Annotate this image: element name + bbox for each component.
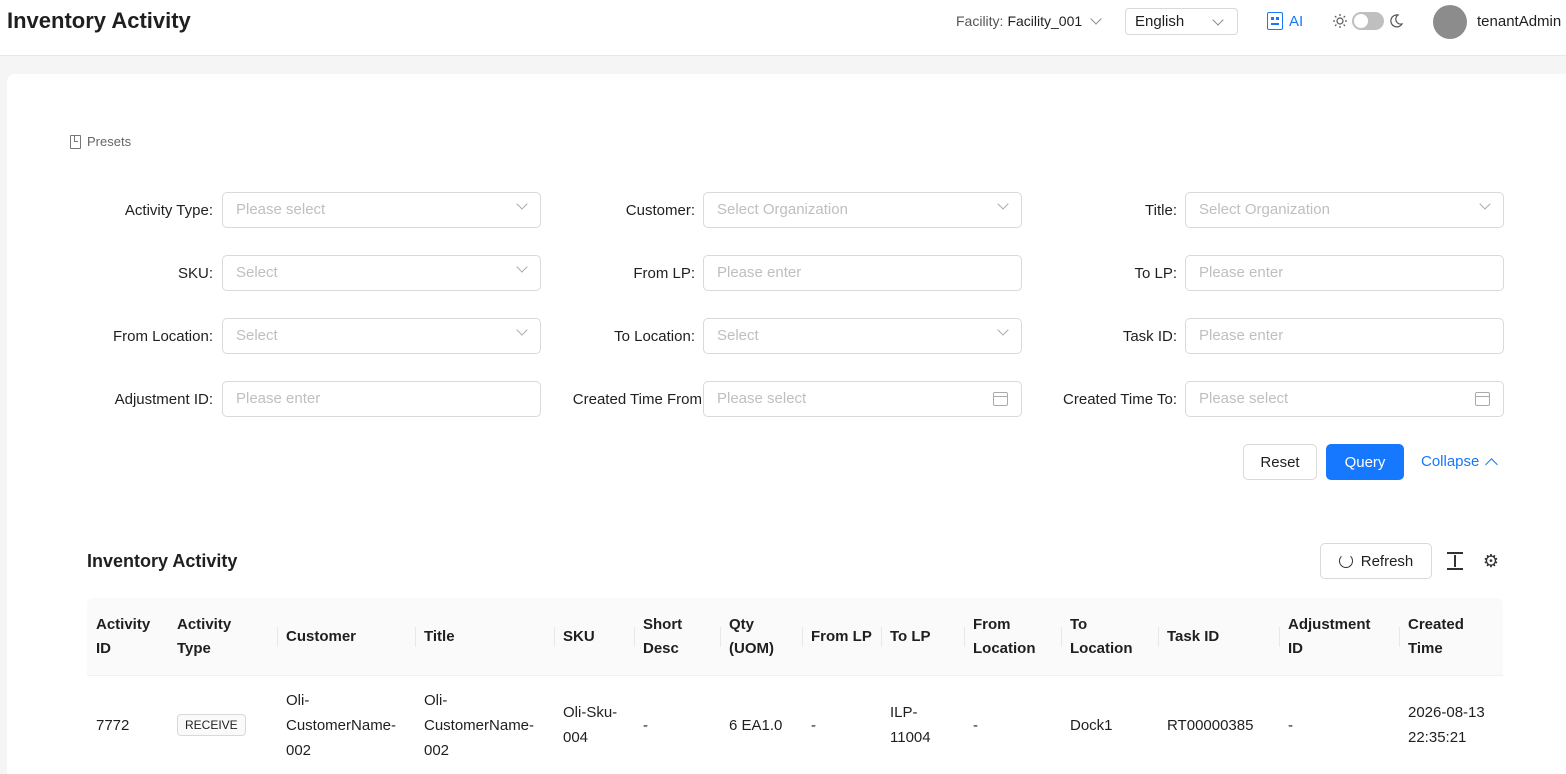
cell-title: Oli- CustomerName- 002: [424, 691, 535, 759]
cell-qty: 6 EA1.0: [729, 716, 783, 734]
column-header-title[interactable]: Title: [415, 598, 455, 676]
to-lp-input[interactable]: Please enter: [1185, 255, 1504, 291]
chevron-up-icon: [1485, 457, 1499, 471]
cell-created-time: 2026-08-13 22:35:21: [1408, 704, 1485, 746]
collapse-label: Collapse: [1421, 453, 1480, 470]
filter-label-task-id: Task ID:: [1122, 328, 1177, 345]
facility-selector[interactable]: Facility: Facility_001: [956, 13, 1102, 29]
table-title: Inventory Activity: [87, 551, 238, 571]
cell-sku: Oli-Sku- 004: [563, 704, 618, 746]
column-header-from-location[interactable]: From Location: [964, 598, 1036, 676]
to-location-select[interactable]: Select: [703, 318, 1022, 354]
filter-label-customer: Customer:: [625, 202, 695, 219]
filter-label-adjustment-id: Adjustment ID:: [114, 391, 213, 408]
query-button[interactable]: Query: [1326, 444, 1404, 480]
column-header-created-time[interactable]: Created Time: [1399, 598, 1464, 676]
from-lp-input[interactable]: Please enter: [703, 255, 1022, 291]
presets-label: Presets: [87, 134, 132, 149]
column-header-short-desc[interactable]: Short Desc: [634, 598, 682, 676]
created-to-picker[interactable]: Please select: [1185, 381, 1504, 417]
facility-value: Facility_001: [1007, 13, 1083, 29]
column-header-sku[interactable]: SKU: [554, 598, 595, 676]
created-from-picker[interactable]: Please select: [703, 381, 1022, 417]
username[interactable]: tenantAdmin: [1477, 13, 1561, 30]
chevron-down-icon: [1090, 13, 1102, 25]
column-header-to-location[interactable]: To Location: [1061, 598, 1133, 676]
chevron-down-icon: [1212, 13, 1224, 26]
cell-adjustment-id: -: [1288, 716, 1293, 734]
column-height-icon[interactable]: [1447, 552, 1463, 570]
filter-label-to-lp: To LP:: [1134, 265, 1177, 282]
column-header-from-lp[interactable]: From LP: [802, 598, 872, 676]
theme-toggle-group: [1332, 12, 1404, 30]
cell-short-desc: -: [643, 716, 648, 734]
chevron-down-icon: [516, 261, 528, 273]
language-value: English: [1135, 13, 1185, 30]
column-header-customer[interactable]: Customer: [277, 598, 356, 676]
column-header-adjustment-id[interactable]: Adjustment ID: [1279, 598, 1371, 676]
presets-button[interactable]: Presets: [70, 134, 131, 149]
facility-label: Facility:: [956, 13, 1004, 29]
theme-toggle[interactable]: [1352, 12, 1384, 30]
cell-activity-id: 7772: [96, 716, 130, 734]
language-select[interactable]: English: [1125, 8, 1238, 35]
title-select[interactable]: Select Organization: [1185, 192, 1504, 228]
bookmark-icon: [70, 134, 81, 149]
column-header-to-lp[interactable]: To LP: [881, 598, 931, 676]
chevron-down-icon: [516, 198, 528, 210]
column-header-task-id[interactable]: Task ID: [1158, 598, 1219, 676]
ai-button[interactable]: AI: [1267, 12, 1303, 30]
column-header-activity-id[interactable]: Activity ID: [87, 598, 150, 676]
collapse-button[interactable]: Collapse: [1421, 453, 1499, 471]
column-header-qty[interactable]: Qty (UOM): [720, 598, 774, 676]
activity-type-tag: RECEIVE: [177, 714, 246, 736]
filter-label-sku: SKU:: [177, 265, 213, 282]
calendar-icon: [993, 392, 1008, 406]
sku-select[interactable]: Select: [222, 255, 541, 291]
gear-icon[interactable]: ⚙: [1482, 552, 1500, 570]
column-header-activity-type[interactable]: Activity Type: [168, 598, 231, 676]
filter-label-activity-type: Activity Type:: [124, 202, 213, 219]
refresh-icon: [1338, 554, 1353, 568]
chevron-down-icon: [997, 198, 1009, 210]
filter-label-title: Title:: [1145, 202, 1177, 219]
main-card: Presets Activity Type: Please select Cus…: [7, 74, 1566, 774]
from-location-select[interactable]: Select: [222, 318, 541, 354]
cell-from-lp: -: [811, 716, 816, 734]
adjustment-id-input[interactable]: Please enter: [222, 381, 541, 417]
table-header: Activity ID Activity Type Customer Title S…: [87, 598, 1503, 676]
customer-select[interactable]: Select Organization: [703, 192, 1022, 228]
chevron-down-icon: [516, 324, 528, 336]
filter-label-from-location: From Location:: [112, 328, 213, 345]
avatar[interactable]: [1433, 5, 1467, 39]
ai-label: AI: [1289, 12, 1304, 30]
cell-task-id: RT00000385: [1167, 716, 1254, 734]
filter-label-created-to: Created Time To:: [1063, 391, 1177, 408]
cell-from-location: -: [973, 716, 978, 734]
filter-label-from-lp: From LP:: [633, 265, 695, 282]
robot-icon: [1267, 12, 1283, 30]
page-title: Inventory Activity: [7, 8, 191, 33]
activity-type-select[interactable]: Please select: [222, 192, 541, 228]
reset-button[interactable]: Reset: [1243, 444, 1317, 480]
cell-to-location: Dock1: [1070, 716, 1113, 734]
chevron-down-icon: [997, 324, 1009, 336]
cell-customer: Oli- CustomerName- 002: [286, 691, 397, 759]
moon-icon: [1390, 14, 1404, 28]
filter-label-to-location: To Location:: [614, 328, 695, 345]
chevron-down-icon: [1479, 198, 1491, 210]
cell-to-lp: ILP- 11004: [890, 704, 931, 746]
refresh-button[interactable]: Refresh: [1320, 543, 1432, 579]
refresh-label: Refresh: [1360, 552, 1414, 570]
task-id-input[interactable]: Please enter: [1185, 318, 1504, 354]
sun-icon: [1333, 14, 1347, 28]
top-header: Inventory Activity Facility: Facility_00…: [0, 0, 1566, 56]
calendar-icon: [1475, 392, 1490, 406]
filter-label-created-from: Created Time From: [572, 391, 702, 408]
cell-activity-type: RECEIVE: [168, 685, 246, 765]
